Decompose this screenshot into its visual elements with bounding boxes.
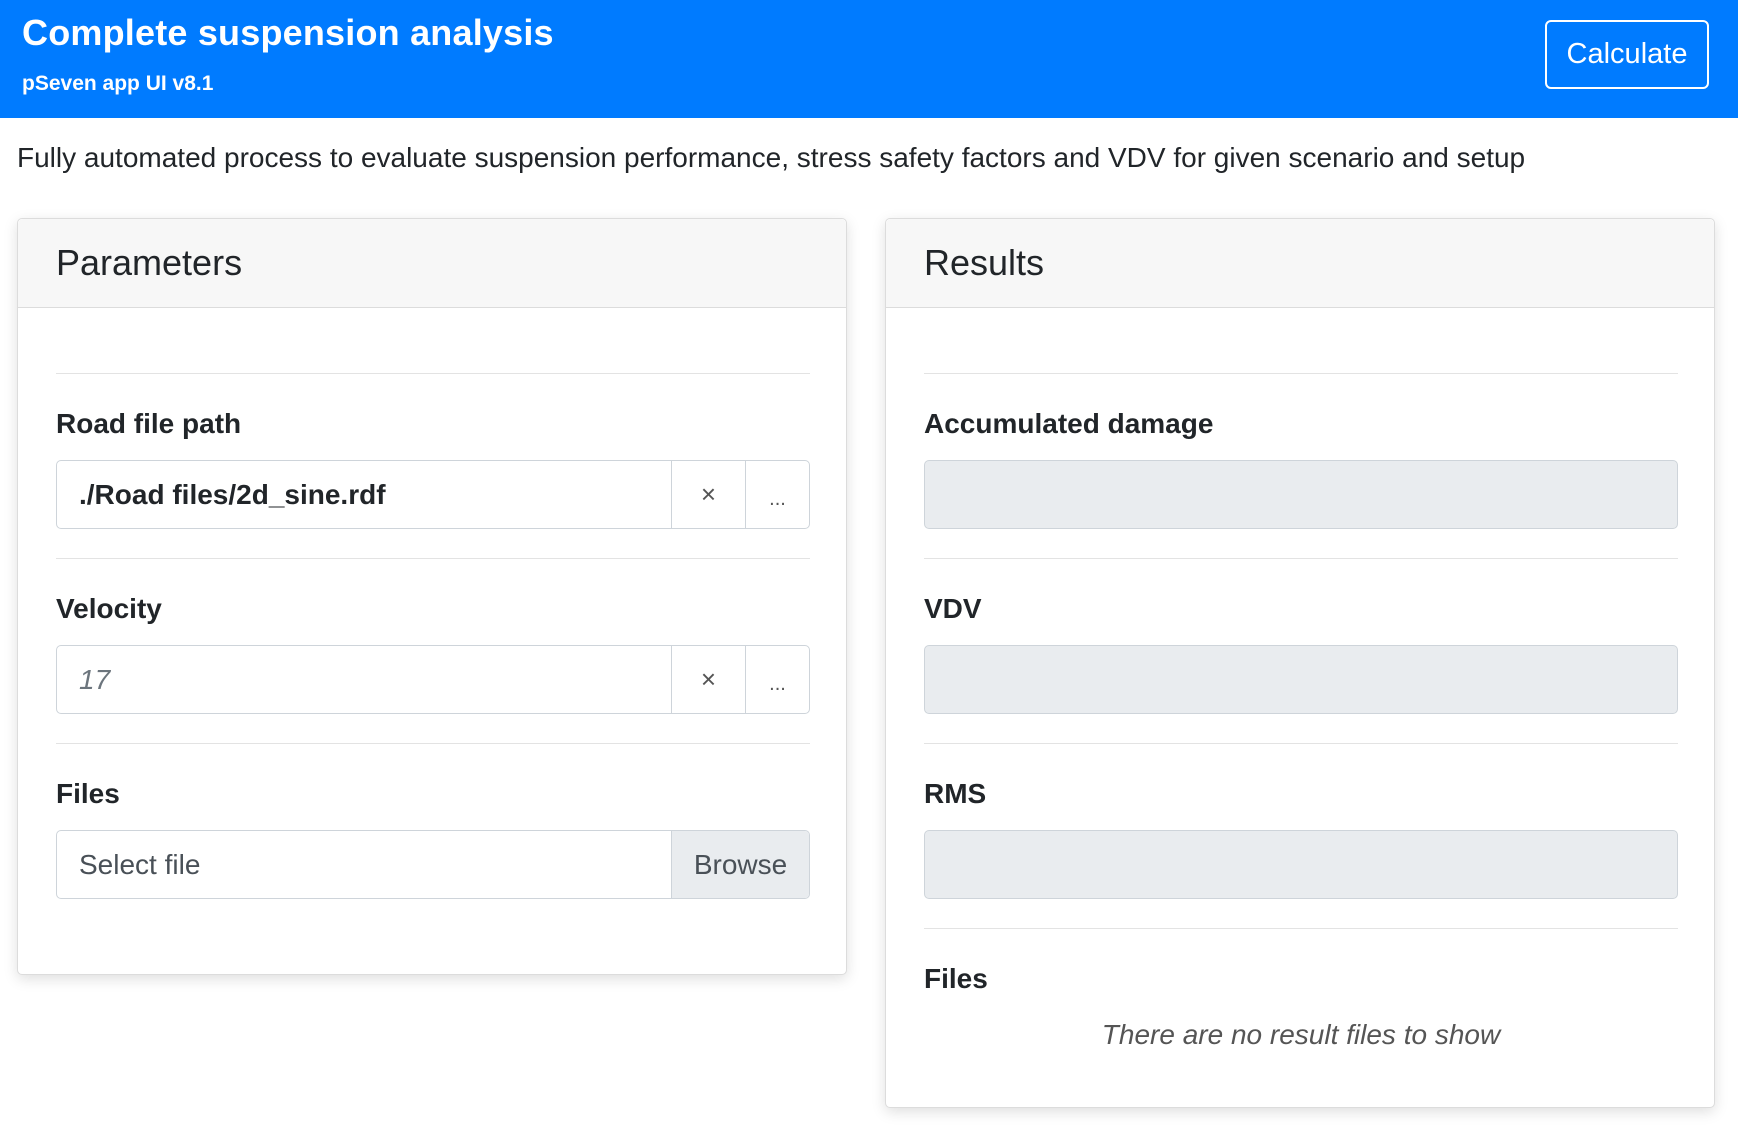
ellipsis-icon: ... xyxy=(769,673,786,695)
result-files-field: Files There are no result files to show xyxy=(924,929,1678,1080)
files-label: Files xyxy=(56,778,120,809)
rms-field: RMS xyxy=(924,744,1678,928)
parameters-card-title: Parameters xyxy=(18,219,846,308)
road-file-input-group: ./Road files/2d_sine.rdf × ... xyxy=(56,460,810,529)
velocity-more-button[interactable]: ... xyxy=(745,646,809,713)
road-file-input[interactable]: ./Road files/2d_sine.rdf xyxy=(57,461,671,528)
velocity-label: Velocity xyxy=(56,593,162,624)
rms-label: RMS xyxy=(924,778,987,809)
velocity-clear-button[interactable]: × xyxy=(671,646,745,713)
no-result-files-message: There are no result files to show xyxy=(1101,1019,1501,1050)
road-file-clear-button[interactable]: × xyxy=(671,461,745,528)
accumulated-damage-output xyxy=(924,460,1678,529)
close-icon: × xyxy=(700,664,717,694)
parameters-card-body: Road file path ./Road files/2d_sine.rdf … xyxy=(18,373,846,928)
velocity-input-group: 17 × ... xyxy=(56,645,810,714)
road-file-label: Road file path xyxy=(56,408,242,439)
velocity-field: Velocity 17 × ... xyxy=(56,559,810,743)
vdv-field: VDV xyxy=(924,559,1678,743)
app-header: Complete suspension analysis pSeven app … xyxy=(0,0,1738,118)
app-title: Complete suspension analysis xyxy=(22,12,554,53)
file-picker: Select file Browse xyxy=(56,830,810,899)
file-select-input[interactable]: Select file xyxy=(57,831,671,898)
results-card-title: Results xyxy=(886,219,1714,308)
vdv-label: VDV xyxy=(924,593,982,624)
browse-button[interactable]: Browse xyxy=(671,831,809,898)
files-field: Files Select file Browse xyxy=(56,744,810,928)
road-file-more-button[interactable]: ... xyxy=(745,461,809,528)
velocity-input[interactable]: 17 xyxy=(57,646,671,713)
ellipsis-icon: ... xyxy=(769,488,786,510)
accumulated-damage-label: Accumulated damage xyxy=(924,408,1214,439)
results-card-body: Accumulated damage VDV RMS Files There a… xyxy=(886,373,1714,1080)
result-files-label: Files xyxy=(924,963,988,994)
results-card: Results Accumulated damage VDV RMS Files… xyxy=(885,218,1715,1108)
close-icon: × xyxy=(700,479,717,509)
vdv-output xyxy=(924,645,1678,714)
rms-output xyxy=(924,830,1678,899)
parameters-card: Parameters Road file path ./Road files/2… xyxy=(17,218,847,975)
app-description: Fully automated process to evaluate susp… xyxy=(17,142,1526,173)
calculate-button[interactable]: Calculate xyxy=(1545,20,1709,89)
road-file-field: Road file path ./Road files/2d_sine.rdf … xyxy=(56,374,810,558)
app-version: pSeven app UI v8.1 xyxy=(22,72,214,95)
accumulated-damage-field: Accumulated damage xyxy=(924,374,1678,558)
